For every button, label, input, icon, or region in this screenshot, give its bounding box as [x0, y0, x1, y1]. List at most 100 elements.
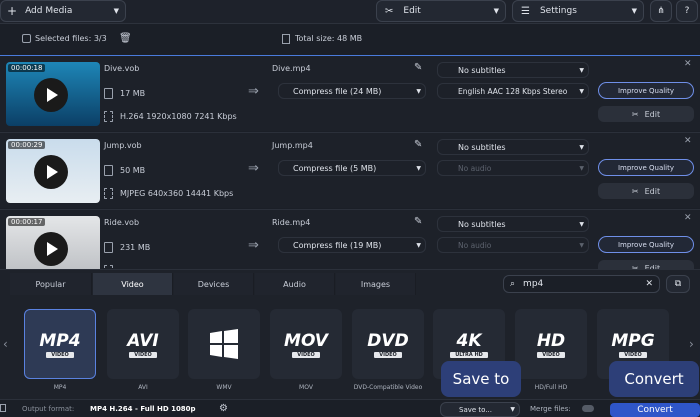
output-filename: Jump.mp4	[272, 141, 313, 150]
compress-dropdown[interactable]: Compress file (5 MB) ▼	[278, 160, 426, 176]
subtitles-label: No subtitles	[458, 219, 506, 229]
remove-icon[interactable]: ✕	[684, 136, 692, 146]
top-toolbar: + Add Media ▼ ✂ Edit ▼ ☰ Settings ▼ ⋔ ?	[0, 0, 700, 24]
tab-images[interactable]: Images	[336, 273, 416, 295]
format-logo-sub: VIDEO	[292, 351, 320, 358]
remove-icon[interactable]: ✕	[684, 59, 692, 69]
format-logo: HD	[536, 330, 566, 351]
improve-quality-button[interactable]: Improve Quality	[598, 82, 694, 99]
save-to-dropdown[interactable]: Save to... ▼	[440, 402, 520, 417]
scroll-left-icon[interactable]: ‹	[3, 337, 8, 351]
output-format-value: MP4 H.264 - Full HD 1080p	[90, 405, 196, 413]
convert-arrow-icon: ⇒	[248, 84, 259, 99]
compress-label: Compress file (5 MB)	[293, 163, 377, 173]
format-label: DVD-Compatible Video	[353, 384, 423, 391]
convert-button[interactable]: Convert	[610, 403, 700, 417]
audio-dropdown[interactable]: No audio ▼	[437, 160, 589, 176]
chevron-down-icon: ▼	[579, 220, 584, 228]
output-filename: Ride.mp4	[272, 218, 311, 227]
rename-pencil-icon[interactable]: ✎	[414, 139, 422, 150]
help-button[interactable]: ?	[676, 0, 698, 22]
trash-icon[interactable]: 🗑	[119, 33, 132, 44]
file-row[interactable]: 00:00:18 Dive.vob 17 MB H.264 1920x1080 …	[0, 55, 700, 131]
rename-pencil-icon[interactable]: ✎	[414, 62, 422, 73]
tab-video[interactable]: Video	[93, 273, 173, 295]
file-row[interactable]: 00:00:29 Jump.vob 50 MB MJPEG 640x360 14…	[0, 132, 700, 208]
format-logo-sub: VIDEO	[46, 351, 74, 358]
tab-devices[interactable]: Devices	[174, 273, 254, 295]
selected-files-text: Selected files: 3/3	[35, 34, 107, 43]
compress-dropdown[interactable]: Compress file (19 MB) ▼	[278, 237, 426, 253]
settings-button[interactable]: ☰ Settings ▼	[512, 0, 644, 22]
subtitles-dropdown[interactable]: No subtitles ▼	[437, 139, 589, 155]
edit-label: Edit	[644, 109, 661, 119]
format-mov[interactable]: MOV VIDEO	[270, 309, 342, 379]
play-icon[interactable]	[34, 232, 68, 266]
audio-label: English AAC 128 Kbps Stereo	[458, 86, 568, 96]
audio-label: No audio	[458, 240, 492, 250]
subtitles-label: No subtitles	[458, 65, 506, 75]
source-codec: MJPEG 640x360 14441 Kbps	[120, 189, 234, 198]
play-icon[interactable]	[34, 78, 68, 112]
source-filename: Dive.vob	[104, 64, 140, 73]
remove-icon[interactable]: ✕	[684, 213, 692, 223]
chevron-down-icon: ▼	[416, 241, 421, 249]
scissors-icon: ✂	[631, 186, 639, 196]
subtitles-dropdown[interactable]: No subtitles ▼	[437, 216, 589, 232]
rename-pencil-icon[interactable]: ✎	[414, 216, 422, 227]
source-filename: Jump.vob	[104, 141, 142, 150]
search-icon: ⌕	[510, 279, 516, 289]
convert-arrow-icon: ⇒	[248, 161, 259, 176]
scroll-right-icon[interactable]: ›	[689, 337, 694, 351]
format-logo: MOV	[284, 330, 328, 351]
video-thumbnail[interactable]: 00:00:18	[6, 62, 100, 126]
add-media-button[interactable]: + Add Media ▼	[0, 0, 126, 22]
audio-dropdown[interactable]: No audio ▼	[437, 237, 589, 253]
file-size-icon	[104, 242, 113, 253]
select-all-checkbox[interactable]	[22, 34, 31, 43]
merge-files-toggle[interactable]	[582, 405, 594, 412]
tab-popular[interactable]: Popular	[10, 273, 92, 295]
codec-icon	[104, 111, 113, 122]
audio-dropdown[interactable]: English AAC 128 Kbps Stereo ▼	[437, 83, 589, 99]
improve-quality-button[interactable]: Improve Quality	[598, 236, 694, 253]
add-media-label: Add Media	[25, 6, 73, 16]
format-hd-full-hd[interactable]: HD VIDEO	[515, 309, 587, 379]
format-dvd-compatible-video[interactable]: DVD VIDEO	[352, 309, 424, 379]
audio-label: No audio	[458, 163, 492, 173]
format-logo: DVD	[367, 330, 409, 351]
edit-menu-button[interactable]: ✂ Edit ▼	[376, 0, 506, 22]
format-logo-sub: ULTRA HD	[450, 351, 488, 358]
improve-quality-button[interactable]: Improve Quality	[598, 159, 694, 176]
format-logo-sub: VIDEO	[374, 351, 402, 358]
chevron-down-icon: ▼	[579, 241, 584, 249]
format-settings-button[interactable]: ⧉	[666, 275, 690, 293]
convert-callout: Convert	[609, 361, 699, 397]
play-icon[interactable]	[34, 155, 68, 189]
edit-file-button[interactable]: ✂ Edit	[598, 183, 694, 199]
chevron-down-icon: ▼	[579, 87, 584, 95]
compress-dropdown[interactable]: Compress file (24 MB) ▼	[278, 83, 426, 99]
convert-arrow-icon: ⇒	[248, 238, 259, 253]
edit-file-button[interactable]: ✂ Edit	[598, 106, 694, 122]
settings-label: Settings	[539, 6, 577, 16]
subtitles-dropdown[interactable]: No subtitles ▼	[437, 62, 589, 78]
format-label: HD/Full HD	[534, 384, 568, 391]
duration-text: 00:00:17	[8, 218, 46, 226]
format-wmv[interactable]	[188, 309, 260, 379]
video-thumbnail[interactable]: 00:00:29	[6, 139, 100, 203]
codec-icon	[104, 188, 113, 199]
source-size: 17 MB	[120, 89, 146, 98]
search-input[interactable]: mp4	[523, 279, 543, 289]
output-info-icon	[0, 404, 6, 412]
edit-menu-label: Edit	[403, 6, 421, 16]
output-settings-icon[interactable]: ⚙	[219, 403, 228, 414]
chevron-down-icon: ▼	[416, 87, 421, 95]
file-icon	[282, 34, 290, 44]
clear-icon[interactable]: ✕	[645, 279, 653, 289]
format-mp4[interactable]: MP4 VIDEO	[24, 309, 96, 379]
share-button[interactable]: ⋔	[650, 0, 672, 22]
format-avi[interactable]: AVI VIDEO	[107, 309, 179, 379]
format-search[interactable]: ⌕ mp4 ✕	[503, 275, 660, 293]
tab-audio[interactable]: Audio	[255, 273, 335, 295]
